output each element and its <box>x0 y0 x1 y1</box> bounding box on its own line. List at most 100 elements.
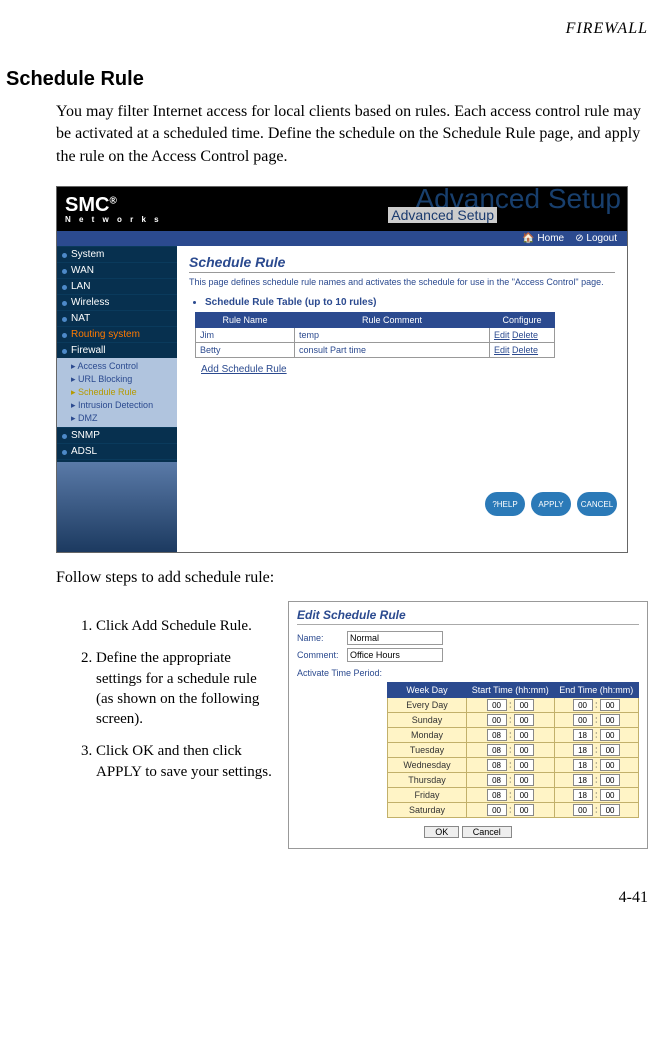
start-min-input[interactable] <box>514 729 534 741</box>
smc-logo: SMC® N e t w o r k s <box>65 194 162 224</box>
end-min-input[interactable] <box>600 774 620 786</box>
table-row: Betty consult Part time Edit Delete <box>196 343 555 358</box>
add-schedule-rule-link[interactable]: Add Schedule Rule <box>201 364 615 375</box>
sidebar-item-routing[interactable]: Routing system <box>57 326 177 342</box>
sidebar-item-firewall[interactable]: Firewall <box>57 342 177 358</box>
col-weekday: Week Day <box>388 683 467 698</box>
weekday-cell: Monday <box>388 728 467 743</box>
step-2: Define the appropriate settings for a sc… <box>96 648 274 729</box>
end-min-input[interactable] <box>600 804 620 816</box>
time-row: Friday : : <box>388 788 639 803</box>
activate-time-period-label: Activate Time Period: <box>297 668 639 678</box>
page-header: FIREWALL <box>6 20 648 38</box>
weekday-cell: Thursday <box>388 773 467 788</box>
step-1: Click Add Schedule Rule. <box>96 616 274 636</box>
end-hour-input[interactable] <box>573 759 593 771</box>
sidebar-item-wireless[interactable]: Wireless <box>57 294 177 310</box>
end-min-input[interactable] <box>600 759 620 771</box>
apply-button[interactable]: APPLY <box>531 492 571 516</box>
col-end: End Time (hh:mm) <box>554 683 638 698</box>
end-min-input[interactable] <box>600 744 620 756</box>
sidebar-sub-schedule-rule[interactable]: ▸ Schedule Rule <box>71 386 177 399</box>
page-number: 4-41 <box>6 889 648 907</box>
sidebar-image <box>57 462 177 552</box>
end-min-input[interactable] <box>600 714 620 726</box>
start-hour-input[interactable] <box>487 744 507 756</box>
sidebar-nav: System WAN LAN Wireless NAT Routing syst… <box>57 246 177 552</box>
end-hour-input[interactable] <box>573 729 593 741</box>
logout-link[interactable]: ⊘ Logout <box>575 233 617 244</box>
sidebar-firewall-submenu: ▸ Access Control ▸ URL Blocking ▸ Schedu… <box>57 358 177 427</box>
screenshot-schedule-rule: SMC® N e t w o r k s Advanced Setup Adva… <box>56 186 628 553</box>
col-start: Start Time (hh:mm) <box>467 683 555 698</box>
sidebar-sub-url-blocking[interactable]: ▸ URL Blocking <box>71 373 177 386</box>
end-hour-input[interactable] <box>573 714 593 726</box>
router-topbar: SMC® N e t w o r k s Advanced Setup Adva… <box>57 187 627 231</box>
name-input[interactable] <box>347 631 443 645</box>
cancel-button[interactable]: Cancel <box>462 826 512 838</box>
sidebar-item-system[interactable]: System <box>57 246 177 262</box>
cancel-button[interactable]: CANCEL <box>577 492 617 516</box>
start-hour-input[interactable] <box>487 729 507 741</box>
start-hour-input[interactable] <box>487 714 507 726</box>
weekday-cell: Saturday <box>388 803 467 818</box>
end-hour-input[interactable] <box>573 774 593 786</box>
action-button-row: ? HELP APPLY CANCEL <box>485 492 617 516</box>
edit-link[interactable]: Edit <box>494 345 510 355</box>
start-hour-input[interactable] <box>487 699 507 711</box>
edit-panel-title: Edit Schedule Rule <box>297 608 639 625</box>
sidebar-item-wan[interactable]: WAN <box>57 262 177 278</box>
end-hour-input[interactable] <box>573 699 593 711</box>
cell-name: Betty <box>196 343 295 358</box>
panel-title: Schedule Rule <box>189 254 615 273</box>
start-min-input[interactable] <box>514 699 534 711</box>
start-min-input[interactable] <box>514 759 534 771</box>
start-min-input[interactable] <box>514 789 534 801</box>
start-hour-input[interactable] <box>487 774 507 786</box>
weekday-cell: Sunday <box>388 713 467 728</box>
weekday-cell: Wednesday <box>388 758 467 773</box>
time-row: Wednesday : : <box>388 758 639 773</box>
follow-steps-text: Follow steps to add schedule rule: <box>56 569 648 587</box>
delete-link[interactable]: Delete <box>512 345 538 355</box>
home-logout-bar: 🏠 Home ⊘ Logout <box>57 231 627 246</box>
end-hour-input[interactable] <box>573 789 593 801</box>
time-row: Sunday : : <box>388 713 639 728</box>
home-link[interactable]: 🏠 Home <box>522 233 564 244</box>
start-min-input[interactable] <box>514 714 534 726</box>
start-min-input[interactable] <box>514 774 534 786</box>
sidebar-sub-dmz[interactable]: ▸ DMZ <box>71 412 177 425</box>
start-hour-input[interactable] <box>487 759 507 771</box>
cell-comment: temp <box>295 328 490 343</box>
screenshot-edit-schedule-rule: Edit Schedule Rule Name: Comment: Activa… <box>288 601 648 849</box>
start-min-input[interactable] <box>514 744 534 756</box>
logo-text: SMC <box>65 194 109 216</box>
sidebar-item-nat[interactable]: NAT <box>57 310 177 326</box>
schedule-rule-table: Rule Name Rule Comment Configure Jim tem… <box>195 312 555 358</box>
panel-description: This page defines schedule rule names an… <box>189 277 615 287</box>
sidebar-item-snmp[interactable]: SNMP <box>57 427 177 443</box>
time-row: Thursday : : <box>388 773 639 788</box>
col-rule-name: Rule Name <box>196 313 295 328</box>
time-period-table: Week Day Start Time (hh:mm) End Time (hh… <box>387 682 639 818</box>
start-min-input[interactable] <box>514 804 534 816</box>
col-configure: Configure <box>490 313 555 328</box>
start-hour-input[interactable] <box>487 804 507 816</box>
delete-link[interactable]: Delete <box>512 330 538 340</box>
start-hour-input[interactable] <box>487 789 507 801</box>
sidebar-item-adsl[interactable]: ADSL <box>57 443 177 459</box>
comment-input[interactable] <box>347 648 443 662</box>
sidebar-sub-access-control[interactable]: ▸ Access Control <box>71 360 177 373</box>
end-hour-input[interactable] <box>573 804 593 816</box>
end-min-input[interactable] <box>600 729 620 741</box>
end-min-input[interactable] <box>600 699 620 711</box>
col-rule-comment: Rule Comment <box>295 313 490 328</box>
sidebar-sub-intrusion-detection[interactable]: ▸ Intrusion Detection <box>71 399 177 412</box>
ok-button[interactable]: OK <box>424 826 459 838</box>
sidebar-item-lan[interactable]: LAN <box>57 278 177 294</box>
end-hour-input[interactable] <box>573 744 593 756</box>
time-row: Saturday : : <box>388 803 639 818</box>
help-button[interactable]: ? HELP <box>485 492 525 516</box>
end-min-input[interactable] <box>600 789 620 801</box>
edit-link[interactable]: Edit <box>494 330 510 340</box>
